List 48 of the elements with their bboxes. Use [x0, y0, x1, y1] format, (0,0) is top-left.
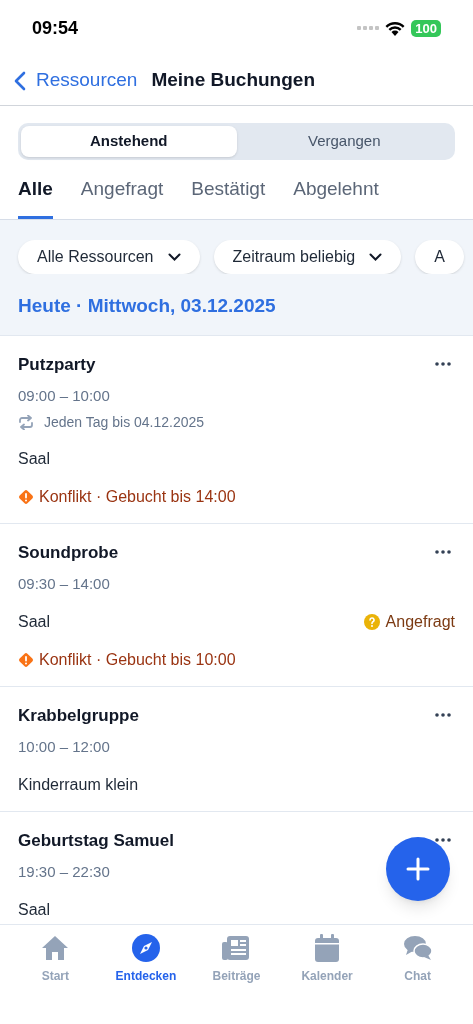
- room-name: Saal: [18, 611, 51, 632]
- booking-card[interactable]: Krabbelgruppe 10:00 – 12:00 Kinderraum klein: [0, 686, 473, 812]
- wifi-icon: [385, 20, 406, 36]
- filter-chip[interactable]: Zeitraum beliebig: [213, 240, 402, 274]
- booking-time: 09:30 – 14:00: [18, 574, 110, 594]
- add-button[interactable]: [386, 837, 450, 901]
- status-time: 09:54: [32, 16, 79, 40]
- segment-tab[interactable]: Vergangen: [236, 126, 452, 157]
- filter-chip[interactable]: A: [415, 240, 464, 274]
- more-icon[interactable]: [435, 713, 451, 718]
- battery-level: 100: [411, 19, 441, 37]
- booking-card[interactable]: Putzparty 09:00 – 10:00 Jeden Tag bis 04.12.2025 Saal Konflikt · Gebucht bis 14:00: [0, 335, 473, 524]
- tab-bar-item[interactable]: Entdecken: [100, 933, 192, 985]
- signal-icon: [357, 25, 380, 31]
- room-name: Saal: [18, 899, 51, 920]
- conflict-text: Konflikt · Gebucht bis 14:00: [39, 486, 236, 507]
- more-icon[interactable]: [435, 838, 451, 843]
- status-label: Angefragt: [385, 611, 455, 632]
- booking-title: Geburtstag Samuel: [18, 829, 174, 852]
- plus-icon: [406, 857, 430, 881]
- booking-time: 10:00 – 12:00: [18, 737, 110, 757]
- back-button[interactable]: Ressourcen: [14, 66, 138, 95]
- chat-icon: [402, 934, 433, 962]
- more-icon[interactable]: [435, 362, 451, 367]
- booking-time: 19:30 – 22:30: [18, 862, 110, 882]
- booking-time: 09:00 – 10:00: [18, 386, 110, 406]
- calendar-icon: [313, 933, 342, 963]
- booking-title: Soundprobe: [18, 541, 119, 564]
- more-icon[interactable]: [435, 550, 451, 555]
- conflict-text: Konflikt · Gebucht bis 10:00: [39, 649, 236, 670]
- room-name: Kinderraum klein: [18, 774, 139, 795]
- question-icon: [363, 613, 380, 630]
- date-heading: Heute · Mittwoch, 03.12.2025: [17, 294, 277, 318]
- room-name: Saal: [18, 448, 51, 469]
- page-title: Meine Buchungen: [151, 68, 315, 93]
- repeat-icon: [18, 414, 34, 430]
- booking-title: Putzparty: [18, 353, 96, 376]
- filter-chip[interactable]: Alle Ressourcen: [18, 240, 200, 274]
- filter-tab[interactable]: Bestätigt: [191, 160, 266, 219]
- segment-tab[interactable]: Anstehend: [21, 126, 237, 157]
- filter-tab[interactable]: Angefragt: [80, 160, 164, 219]
- compass-icon: [130, 933, 161, 963]
- booking-card[interactable]: Soundprobe 09:30 – 14:00 Saal Angefragt Konflikt · Gebucht bis 10:00: [0, 523, 473, 687]
- newspaper-icon: [221, 934, 252, 962]
- booking-title: Krabbelgruppe: [18, 704, 139, 727]
- back-chevron-icon: [14, 70, 26, 91]
- recurrence-text: Jeden Tag bis 04.12.2025: [44, 412, 205, 432]
- filter-tab[interactable]: Abgelehnt: [293, 160, 379, 219]
